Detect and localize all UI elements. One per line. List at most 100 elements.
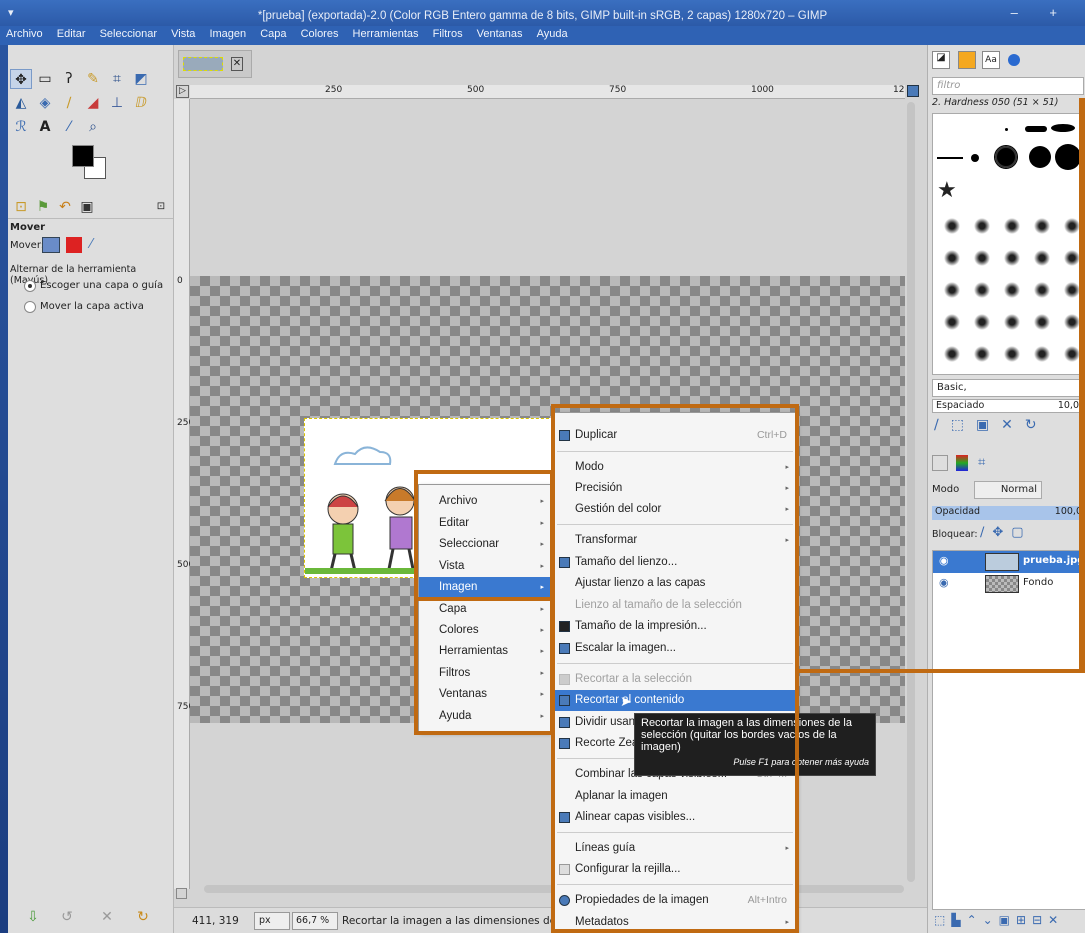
free-select-icon[interactable]: ʔ — [58, 69, 80, 89]
layers-tab-icon[interactable] — [932, 455, 948, 471]
brush-actions[interactable]: ∕⬚▣✕↻ — [934, 417, 1049, 433]
images-tab-icon[interactable]: ▣ — [76, 197, 98, 217]
fonts-tab-icon[interactable]: Aa — [982, 51, 1000, 69]
close-tab-icon[interactable]: ✕ — [231, 57, 243, 71]
paths-icon[interactable]: ℛ — [10, 117, 32, 137]
move-selection-icon[interactable] — [66, 237, 82, 253]
zoom-icon[interactable]: ⌕ — [82, 117, 104, 137]
opacity-slider[interactable]: Opacidad 100,0 — [932, 506, 1085, 520]
radio-move-active[interactable] — [24, 301, 36, 313]
save-options-icon[interactable]: ⇩ — [22, 907, 44, 927]
menu-tamano-lienzo[interactable]: Tamaño del lienzo... — [555, 552, 795, 573]
text-tool-icon[interactable]: A — [34, 117, 56, 137]
menu-escalar[interactable]: Escalar la imagen... — [555, 638, 795, 659]
menu-recortar-contenido[interactable]: Recortar al contenido — [555, 690, 795, 711]
image-tab-thumbnail[interactable]: ✕ — [178, 50, 252, 78]
quick-mask-icon[interactable]: ▷ — [176, 85, 189, 98]
menu-colores[interactable]: Colores — [295, 26, 344, 43]
ctx-ayuda[interactable]: Ayuda ▸ — [419, 706, 550, 727]
transform-icon[interactable]: ◩ — [130, 69, 152, 89]
brush-swatch[interactable] — [1051, 124, 1075, 132]
brush-grid[interactable]: ★ — [932, 113, 1084, 375]
eraser-icon[interactable]: ◢ — [82, 93, 104, 113]
spacing-slider[interactable]: Espaciado 10,0 — [932, 399, 1084, 413]
brush-swatch[interactable] — [1025, 126, 1047, 132]
crop-icon[interactable]: ⌗ — [106, 69, 128, 89]
menu-editar[interactable]: Editar — [51, 26, 91, 43]
warp-icon[interactable]: ◭ — [10, 93, 32, 113]
layer-row[interactable]: ◉ Fondo — [933, 573, 1085, 595]
menu-ventanas[interactable]: Ventanas — [471, 26, 528, 43]
clone-icon[interactable]: ⊥ — [106, 93, 128, 113]
panel-menu-icon[interactable]: ⊡ — [150, 197, 172, 217]
menu-ayuda[interactable]: Ayuda — [531, 26, 573, 43]
ctx-imagen[interactable]: Imagen ▸ — [419, 577, 550, 598]
brush-swatch[interactable] — [1005, 128, 1008, 131]
menu-duplicar[interactable]: Duplicar Ctrl+D — [555, 425, 795, 446]
ctx-filtros[interactable]: Filtros ▸ — [419, 663, 550, 684]
vertical-scrollbar[interactable] — [907, 102, 915, 882]
tool-options-tab-icon[interactable]: ⊡ — [10, 197, 32, 217]
patterns-tab-icon[interactable] — [958, 51, 976, 69]
visibility-eye-icon[interactable]: ◉ — [939, 554, 949, 567]
visibility-eye-icon[interactable]: ◉ — [939, 576, 949, 589]
menu-archivo[interactable]: Archivo — [0, 26, 48, 43]
reset-options-icon[interactable]: ↻ — [132, 907, 154, 927]
ctx-archivo[interactable]: Archivo ▸ — [419, 491, 550, 512]
channels-tab-icon[interactable] — [956, 455, 968, 471]
fill-icon[interactable]: ◈ — [34, 93, 56, 113]
menu-seleccionar[interactable]: Seleccionar — [94, 26, 162, 43]
move-layer-icon[interactable] — [42, 237, 60, 253]
menu-capa[interactable]: Capa — [254, 26, 291, 43]
ctx-vista[interactable]: Vista ▸ — [419, 556, 550, 577]
rect-select-icon[interactable]: ▭ — [34, 69, 56, 89]
brush-filter-input[interactable]: filtro — [932, 77, 1084, 95]
lock-icons[interactable]: ∕✥▢ — [980, 525, 1032, 540]
zoom-select[interactable]: 66,7 % — [292, 912, 338, 930]
delete-options-icon[interactable]: ✕ — [96, 907, 118, 927]
menu-transformar[interactable]: Transformar ▸ — [555, 530, 795, 551]
texture-brushes[interactable] — [937, 210, 1083, 370]
menu-tamano-impresion[interactable]: Tamaño de la impresión... — [555, 616, 795, 637]
brush-swatch[interactable] — [971, 154, 979, 162]
ctx-seleccionar[interactable]: Seleccionar ▸ — [419, 534, 550, 555]
menu-modo[interactable]: Modo ▸ — [555, 457, 795, 478]
menu-metadatos[interactable]: Metadatos ▸ — [555, 912, 795, 933]
menu-configurar-rejilla[interactable]: Configurar la rejilla... — [555, 859, 795, 880]
window-menu-icon[interactable]: ▾ — [8, 0, 14, 29]
menu-alinear-capas[interactable]: Alinear capas visibles... — [555, 807, 795, 828]
paths-tab-icon[interactable]: ⌗ — [978, 455, 985, 470]
ctx-herramientas[interactable]: Herramientas ▸ — [419, 641, 550, 662]
unit-select[interactable]: px — [254, 912, 290, 930]
layer-name[interactable]: Fondo — [1023, 577, 1053, 588]
zoom-image-icon[interactable] — [176, 888, 187, 899]
menu-herramientas[interactable]: Herramientas — [347, 26, 424, 43]
menu-gestion-color[interactable]: Gestión del color ▸ — [555, 499, 795, 520]
menu-filtros[interactable]: Filtros — [427, 26, 468, 43]
window-controls[interactable]: – + — [1011, 0, 1071, 29]
brush-swatch[interactable] — [1029, 146, 1051, 168]
menu-ajustar-lienzo[interactable]: Ajustar lienzo a las capas — [555, 573, 795, 594]
layer-actions[interactable]: ⬚▙⌃⌄▣⊞⊟✕ — [934, 913, 1064, 927]
move-tool-icon[interactable]: ✥ — [10, 69, 32, 89]
ctx-ventanas[interactable]: Ventanas ▸ — [419, 684, 550, 705]
layer-row-selected[interactable]: ◉ prueba.jpg — [933, 551, 1085, 573]
ctx-colores[interactable]: Colores ▸ — [419, 620, 550, 641]
ctx-capa[interactable]: Capa ▸ — [419, 599, 550, 620]
brush-swatch-selected[interactable] — [994, 145, 1018, 169]
menu-precision[interactable]: Precisión ▸ — [555, 478, 795, 499]
dynamics-tab-icon[interactable] — [1008, 54, 1020, 66]
brush-preset-input[interactable]: Basic, — [932, 379, 1084, 397]
brush-swatch[interactable] — [1055, 144, 1081, 170]
navigate-icon[interactable] — [907, 85, 919, 97]
menu-propiedades[interactable]: Propiedades de la imagen Alt+Intro — [555, 890, 795, 911]
radio-pick-layer[interactable] — [24, 280, 36, 292]
brushes-tab-icon[interactable]: ◪ — [932, 51, 950, 69]
menu-vista[interactable]: Vista — [165, 26, 200, 43]
menu-lineas-guia[interactable]: Líneas guía ▸ — [555, 838, 795, 859]
foreground-color-swatch[interactable] — [72, 145, 94, 167]
menu-lienzo-seleccion[interactable]: Lienzo al tamaño de la selección — [555, 595, 795, 616]
brush-swatch[interactable] — [937, 157, 963, 159]
layer-name[interactable]: prueba.jpg — [1023, 555, 1084, 566]
mode-select[interactable]: Normal — [974, 481, 1042, 499]
